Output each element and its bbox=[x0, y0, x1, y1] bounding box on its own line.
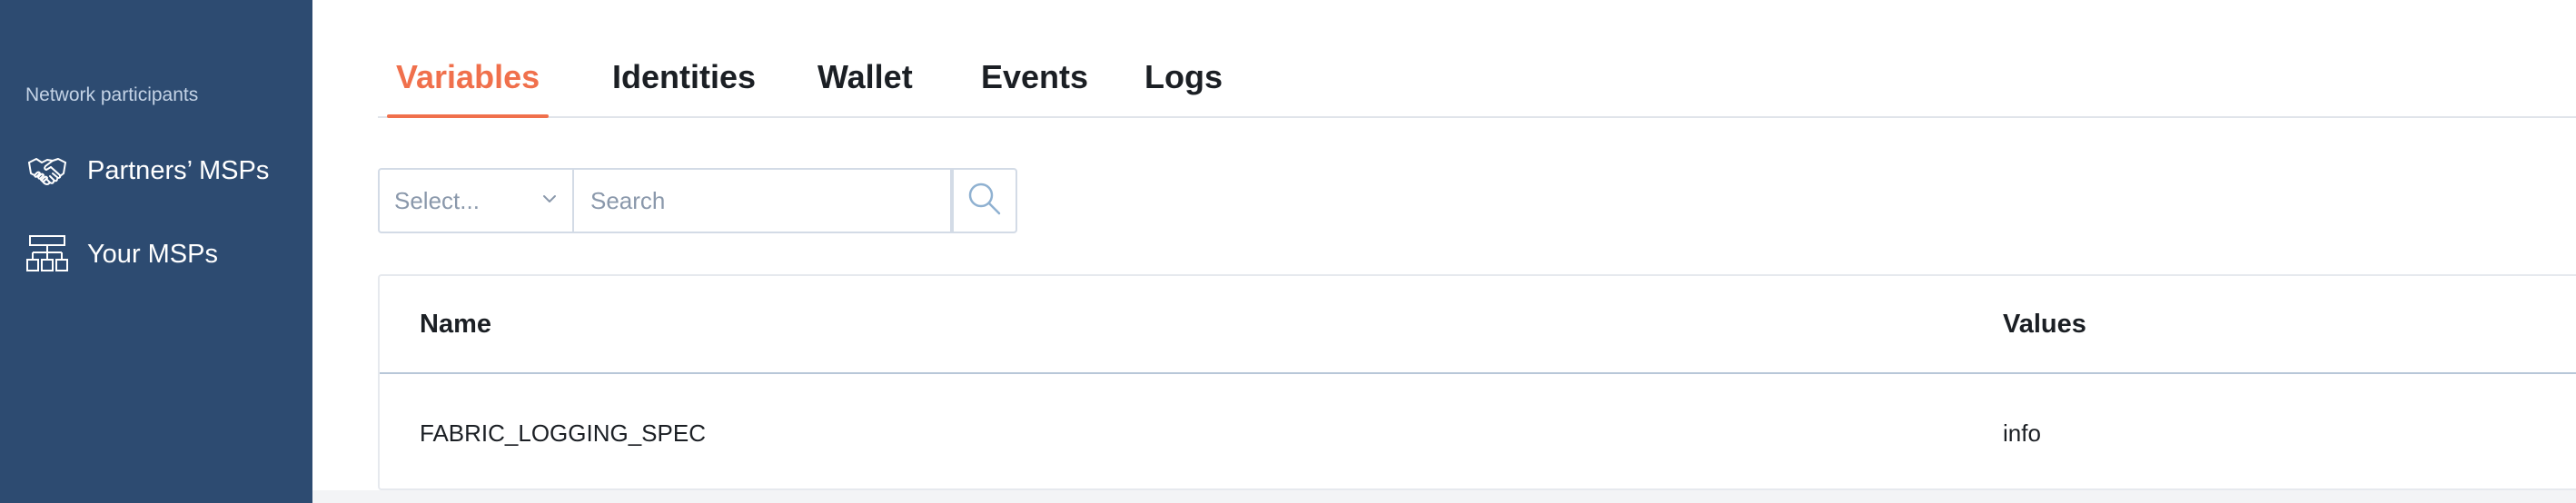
tab-wallet[interactable]: Wallet bbox=[817, 58, 913, 116]
table-row[interactable]: FABRIC_LOGGING_SPEC info bbox=[380, 374, 2576, 492]
tab-label: Variables bbox=[396, 58, 540, 95]
tab-bar: Variables Identities Wallet Events Logs bbox=[378, 45, 2576, 118]
sidebar-section-label: Network participants bbox=[25, 84, 199, 105]
sidebar-item-your-msps[interactable]: Your MSPs bbox=[0, 227, 312, 281]
tab-identities[interactable]: Identities bbox=[612, 58, 756, 116]
column-header-values[interactable]: Values bbox=[2003, 276, 2086, 372]
variables-table: Name Values FABRIC_LOGGING_SPEC info bbox=[378, 274, 2576, 490]
search-input[interactable] bbox=[574, 168, 952, 233]
tab-events[interactable]: Events bbox=[981, 58, 1088, 116]
select-placeholder: Select... bbox=[394, 186, 480, 214]
filter-bar: Select... bbox=[378, 168, 1017, 233]
cell-value: info bbox=[2003, 419, 2041, 447]
tab-label: Events bbox=[981, 58, 1089, 95]
tab-variables[interactable]: Variables bbox=[387, 58, 550, 118]
chevron-down-icon bbox=[541, 192, 558, 209]
main-content: Variables Identities Wallet Events Logs … bbox=[312, 0, 2576, 503]
active-tab-indicator bbox=[387, 114, 550, 118]
tab-label: Identities bbox=[612, 58, 757, 95]
filter-select[interactable]: Select... bbox=[378, 168, 574, 233]
search-button[interactable] bbox=[952, 168, 1017, 233]
sidebar-item-label: Partners’ MSPs bbox=[87, 155, 270, 185]
page-footer-strip bbox=[312, 490, 2576, 503]
org-chart-icon bbox=[25, 232, 69, 276]
handshake-icon bbox=[25, 149, 69, 192]
tab-logs[interactable]: Logs bbox=[1144, 58, 1223, 116]
column-header-name[interactable]: Name bbox=[420, 276, 491, 372]
sidebar-item-partners-msps[interactable]: Partners’ MSPs bbox=[0, 143, 312, 198]
tab-label: Wallet bbox=[817, 58, 913, 95]
sidebar-item-label: Your MSPs bbox=[87, 239, 218, 269]
cell-name: FABRIC_LOGGING_SPEC bbox=[420, 419, 706, 447]
sidebar: Network participants Partners’ MSPs Your… bbox=[0, 0, 312, 503]
tab-label: Logs bbox=[1144, 58, 1223, 95]
search-icon bbox=[966, 181, 1003, 222]
table-header-row: Name Values bbox=[380, 276, 2576, 374]
